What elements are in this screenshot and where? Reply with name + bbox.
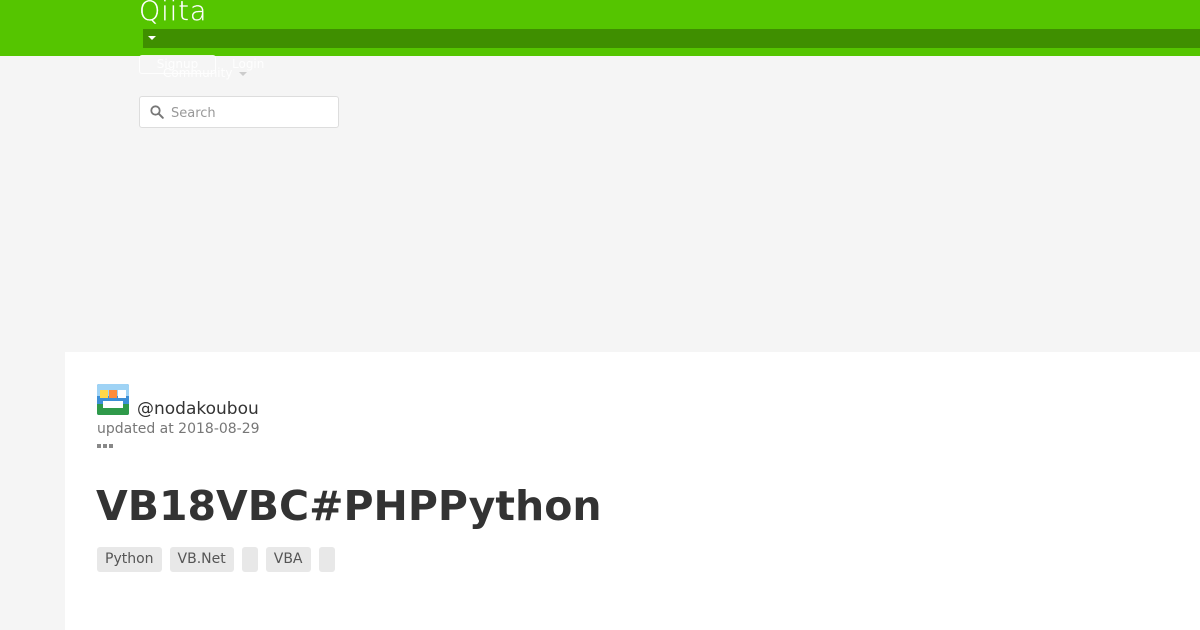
tag[interactable]: VB.Net — [169, 547, 234, 572]
dropdown-bar[interactable] — [143, 29, 1200, 48]
login-link[interactable]: Login — [232, 57, 264, 71]
community-menu[interactable]: Community — [163, 66, 232, 80]
search-icon — [150, 105, 164, 119]
user-avatar[interactable] — [97, 384, 129, 415]
search-input[interactable] — [171, 103, 331, 123]
tag[interactable] — [241, 547, 258, 572]
more-options-icon[interactable] — [97, 442, 113, 450]
tag[interactable]: VBA — [265, 547, 311, 572]
caret-down-icon — [148, 36, 156, 40]
article-card: @nodakoubou updated at 2018-08-29 VB18VB… — [65, 352, 1200, 630]
updated-date: updated at 2018-08-29 — [97, 421, 260, 437]
caret-down-icon — [239, 72, 247, 76]
tag-list: Python VB.Net VBA — [97, 547, 335, 572]
author-name[interactable]: @nodakoubou — [137, 399, 259, 419]
tag[interactable]: Python — [97, 547, 162, 572]
article-title: VB18VBC#PHPPython — [96, 482, 602, 530]
qiita-logo[interactable]: Qiita — [139, 0, 207, 27]
top-navbar: Qiita — [0, 0, 1200, 56]
search-box[interactable] — [139, 96, 339, 128]
tag[interactable] — [318, 547, 335, 572]
